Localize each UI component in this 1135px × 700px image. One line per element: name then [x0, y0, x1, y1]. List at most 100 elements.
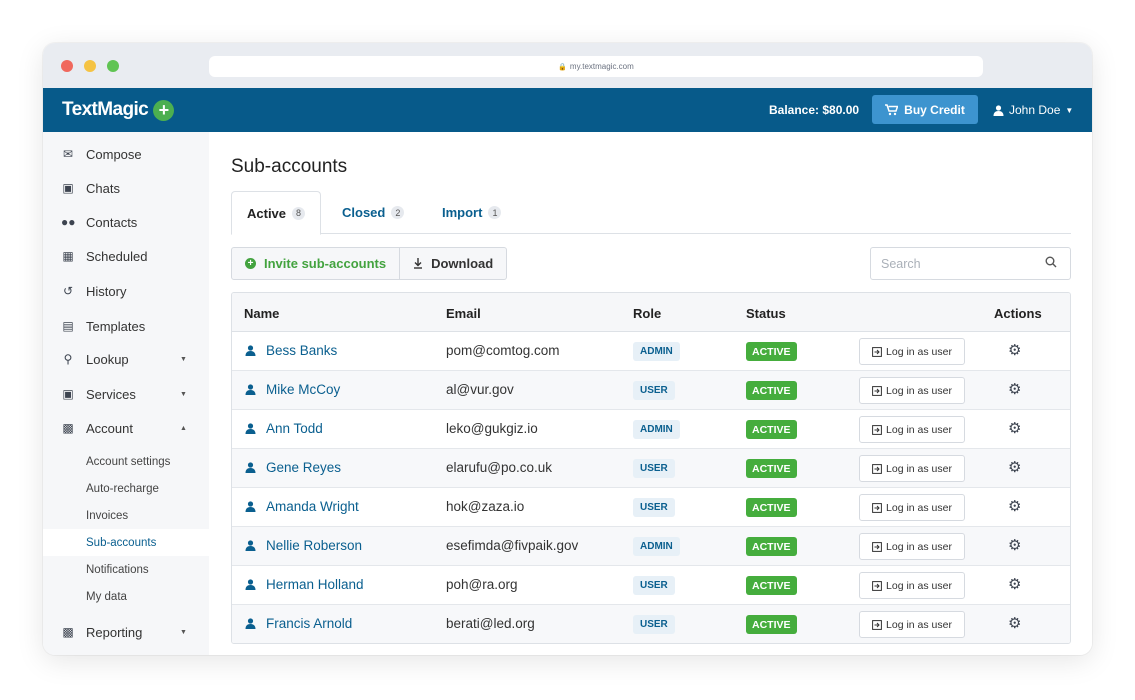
sidebar-item-label: Templates — [86, 318, 146, 334]
buy-credit-button[interactable]: Buy Credit — [872, 95, 978, 124]
sidebar-item-scheduled[interactable]: ▦ Scheduled — [43, 239, 209, 273]
cart-icon — [885, 103, 899, 115]
sidebar-subitem-sub-accounts[interactable]: Sub-accounts — [43, 529, 209, 556]
sidebar-subitem-account-settings[interactable]: Account settings — [43, 448, 209, 475]
sidebar-item-label: Reporting — [86, 624, 143, 640]
column-header-name[interactable]: Name — [244, 306, 279, 321]
gear-icon[interactable]: ⚙ — [1008, 575, 1021, 593]
download-icon — [414, 258, 423, 269]
tab-import[interactable]: Import 1 — [427, 191, 516, 234]
sidebar-subitem-invoices[interactable]: Invoices — [43, 502, 209, 529]
lock-icon: 🔒 — [558, 63, 567, 71]
address-bar[interactable]: 🔒 my.textmagic.com — [209, 56, 983, 77]
log-in-label: Log in as user — [886, 462, 952, 475]
gear-icon[interactable]: ⚙ — [1008, 341, 1021, 359]
table-header: Name Email Role Status Actions — [232, 293, 1070, 332]
log-in-as-user-button[interactable]: Log in as user — [859, 611, 965, 638]
caret-down-icon: ▼ — [180, 355, 187, 363]
name-cell: Amanda Wright — [245, 499, 359, 514]
log-in-as-user-button[interactable]: Log in as user — [859, 494, 965, 521]
sidebar-item-reporting[interactable]: ▩ Reporting ▼ — [43, 615, 209, 649]
sidebar-item-services[interactable]: ▣ Services ▼ — [43, 377, 209, 411]
account-name-link[interactable]: Amanda Wright — [266, 499, 359, 514]
logo[interactable]: TextMagic + — [62, 99, 175, 121]
templates-icon: ▤ — [62, 319, 74, 333]
sidebar-item-chats[interactable]: ▣ Chats — [43, 171, 209, 205]
sidebar-item-contacts[interactable]: ●● Contacts — [43, 205, 209, 239]
sidebar-subitem-notifications[interactable]: Notifications — [43, 556, 209, 583]
column-header-role[interactable]: Role — [633, 306, 661, 321]
login-icon — [872, 580, 882, 591]
name-cell: Nellie Roberson — [245, 538, 362, 553]
account-name-link[interactable]: Francis Arnold — [266, 616, 352, 631]
email-cell: esefimda@fivpaik.gov — [446, 538, 579, 553]
search-icon: ⚲ — [63, 352, 73, 366]
account-name-link[interactable]: Gene Reyes — [266, 460, 341, 475]
sidebar-item-compose[interactable]: ✉ Compose — [43, 137, 209, 171]
name-cell: Gene Reyes — [245, 460, 341, 475]
account-name-link[interactable]: Bess Banks — [266, 343, 337, 358]
user-icon — [245, 579, 256, 590]
account-name-link[interactable]: Mike McCoy — [266, 382, 340, 397]
email-cell: berati@led.org — [446, 616, 535, 631]
gear-icon[interactable]: ⚙ — [1008, 614, 1021, 632]
sidebar-item-history[interactable]: ↺ History — [43, 274, 209, 308]
compose-icon: ✉ — [62, 147, 74, 161]
gear-icon[interactable]: ⚙ — [1008, 458, 1021, 476]
window-minimize-button[interactable] — [84, 60, 96, 72]
sidebar-item-label: Compose — [86, 146, 142, 162]
download-label: Download — [431, 256, 494, 271]
table-row: Mike McCoy al@vur.gov USER ACTIVE Log in as … — [232, 371, 1070, 410]
sidebar-item-label: Contacts — [86, 214, 138, 230]
gear-icon[interactable]: ⚙ — [1008, 380, 1021, 398]
log-in-as-user-button[interactable]: Log in as user — [859, 572, 965, 599]
gear-icon[interactable]: ⚙ — [1008, 536, 1021, 554]
log-in-label: Log in as user — [886, 579, 952, 592]
sidebar-item-label: Scheduled — [86, 248, 148, 264]
window-close-button[interactable] — [61, 60, 73, 72]
email-cell: pom@comtog.com — [446, 343, 560, 358]
tab-active[interactable]: Active 8 — [231, 191, 322, 235]
browser-chrome: 🔒 my.textmagic.com — [43, 43, 1092, 88]
log-in-as-user-button[interactable]: Log in as user — [859, 377, 965, 404]
balance-label: Balance: $80.00 — [769, 103, 860, 117]
status-badge: ACTIVE — [746, 459, 797, 478]
account-name-link[interactable]: Nellie Roberson — [266, 538, 362, 553]
window-maximize-button[interactable] — [107, 60, 119, 72]
column-header-email[interactable]: Email — [446, 306, 481, 321]
history-icon: ↺ — [62, 284, 74, 298]
sidebar-subitem-my-data[interactable]: My data — [43, 583, 209, 610]
gear-icon[interactable]: ⚙ — [1008, 497, 1021, 515]
account-name-link[interactable]: Ann Todd — [266, 421, 323, 436]
search-input[interactable] — [871, 248, 1041, 279]
main-content: Sub-accounts Active 8 Closed 2 Import 1 … — [209, 132, 1092, 655]
sidebar-subitem-label: Auto-recharge — [86, 482, 159, 495]
log-in-as-user-button[interactable]: Log in as user — [859, 338, 965, 365]
role-badge: USER — [633, 615, 675, 634]
log-in-as-user-button[interactable]: Log in as user — [859, 533, 965, 560]
user-menu[interactable]: John Doe ▼ — [993, 103, 1073, 117]
status-badge: ACTIVE — [746, 537, 797, 556]
role-badge: USER — [633, 459, 675, 478]
gear-icon[interactable]: ⚙ — [1008, 419, 1021, 437]
user-icon — [245, 618, 256, 629]
status-badge: ACTIVE — [746, 615, 797, 634]
download-button[interactable]: Download — [400, 247, 508, 280]
invite-sub-accounts-button[interactable]: + Invite sub-accounts — [231, 247, 401, 280]
search-icon[interactable] — [1045, 256, 1057, 268]
chat-icon: ▣ — [62, 181, 74, 195]
tab-bar: Active 8 Closed 2 Import 1 — [231, 191, 1071, 235]
sidebar-item-templates[interactable]: ▤ Templates — [43, 309, 209, 343]
column-header-actions: Actions — [994, 306, 1042, 321]
sidebar-item-account[interactable]: ▩ Account ▲ — [43, 411, 209, 445]
log-in-as-user-button[interactable]: Log in as user — [859, 416, 965, 443]
sub-accounts-table: Name Email Role Status Actions Bess Bank… — [231, 292, 1071, 644]
sidebar-item-lookup[interactable]: ⚲ Lookup ▼ — [43, 342, 209, 376]
sidebar-item-label: Lookup — [86, 351, 129, 367]
sidebar-subitem-auto-recharge[interactable]: Auto-recharge — [43, 475, 209, 502]
account-name-link[interactable]: Herman Holland — [266, 577, 364, 592]
tab-closed[interactable]: Closed 2 — [327, 191, 419, 234]
log-in-as-user-button[interactable]: Log in as user — [859, 455, 965, 482]
plus-icon: + — [153, 99, 175, 121]
column-header-status[interactable]: Status — [746, 306, 786, 321]
